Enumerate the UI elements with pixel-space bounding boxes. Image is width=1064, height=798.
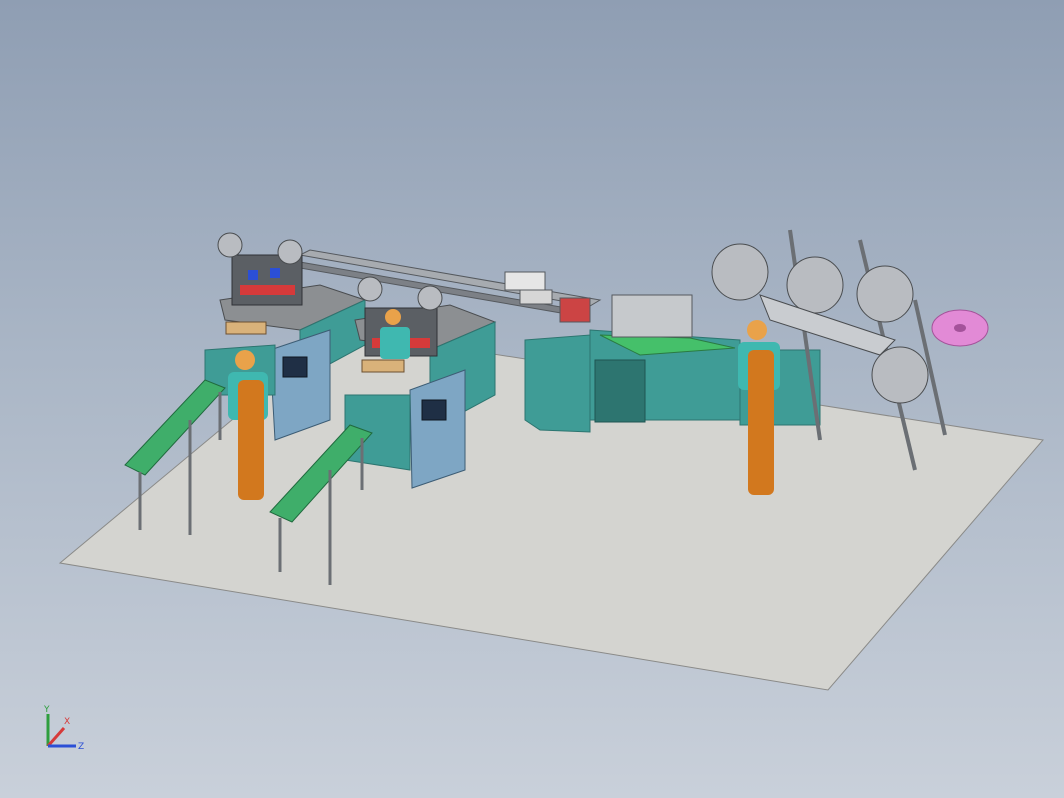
x-axis-label: X <box>64 717 70 727</box>
cad-viewport[interactable]: Y X Z <box>0 0 1064 798</box>
coordinate-triad: Y X Z <box>43 705 84 752</box>
x-axis <box>46 727 66 747</box>
nose-wire-reel <box>931 309 989 347</box>
y-axis-label: Y <box>43 705 50 715</box>
z-axis-label: Z <box>78 742 84 752</box>
production-line-model[interactable] <box>0 0 1064 798</box>
